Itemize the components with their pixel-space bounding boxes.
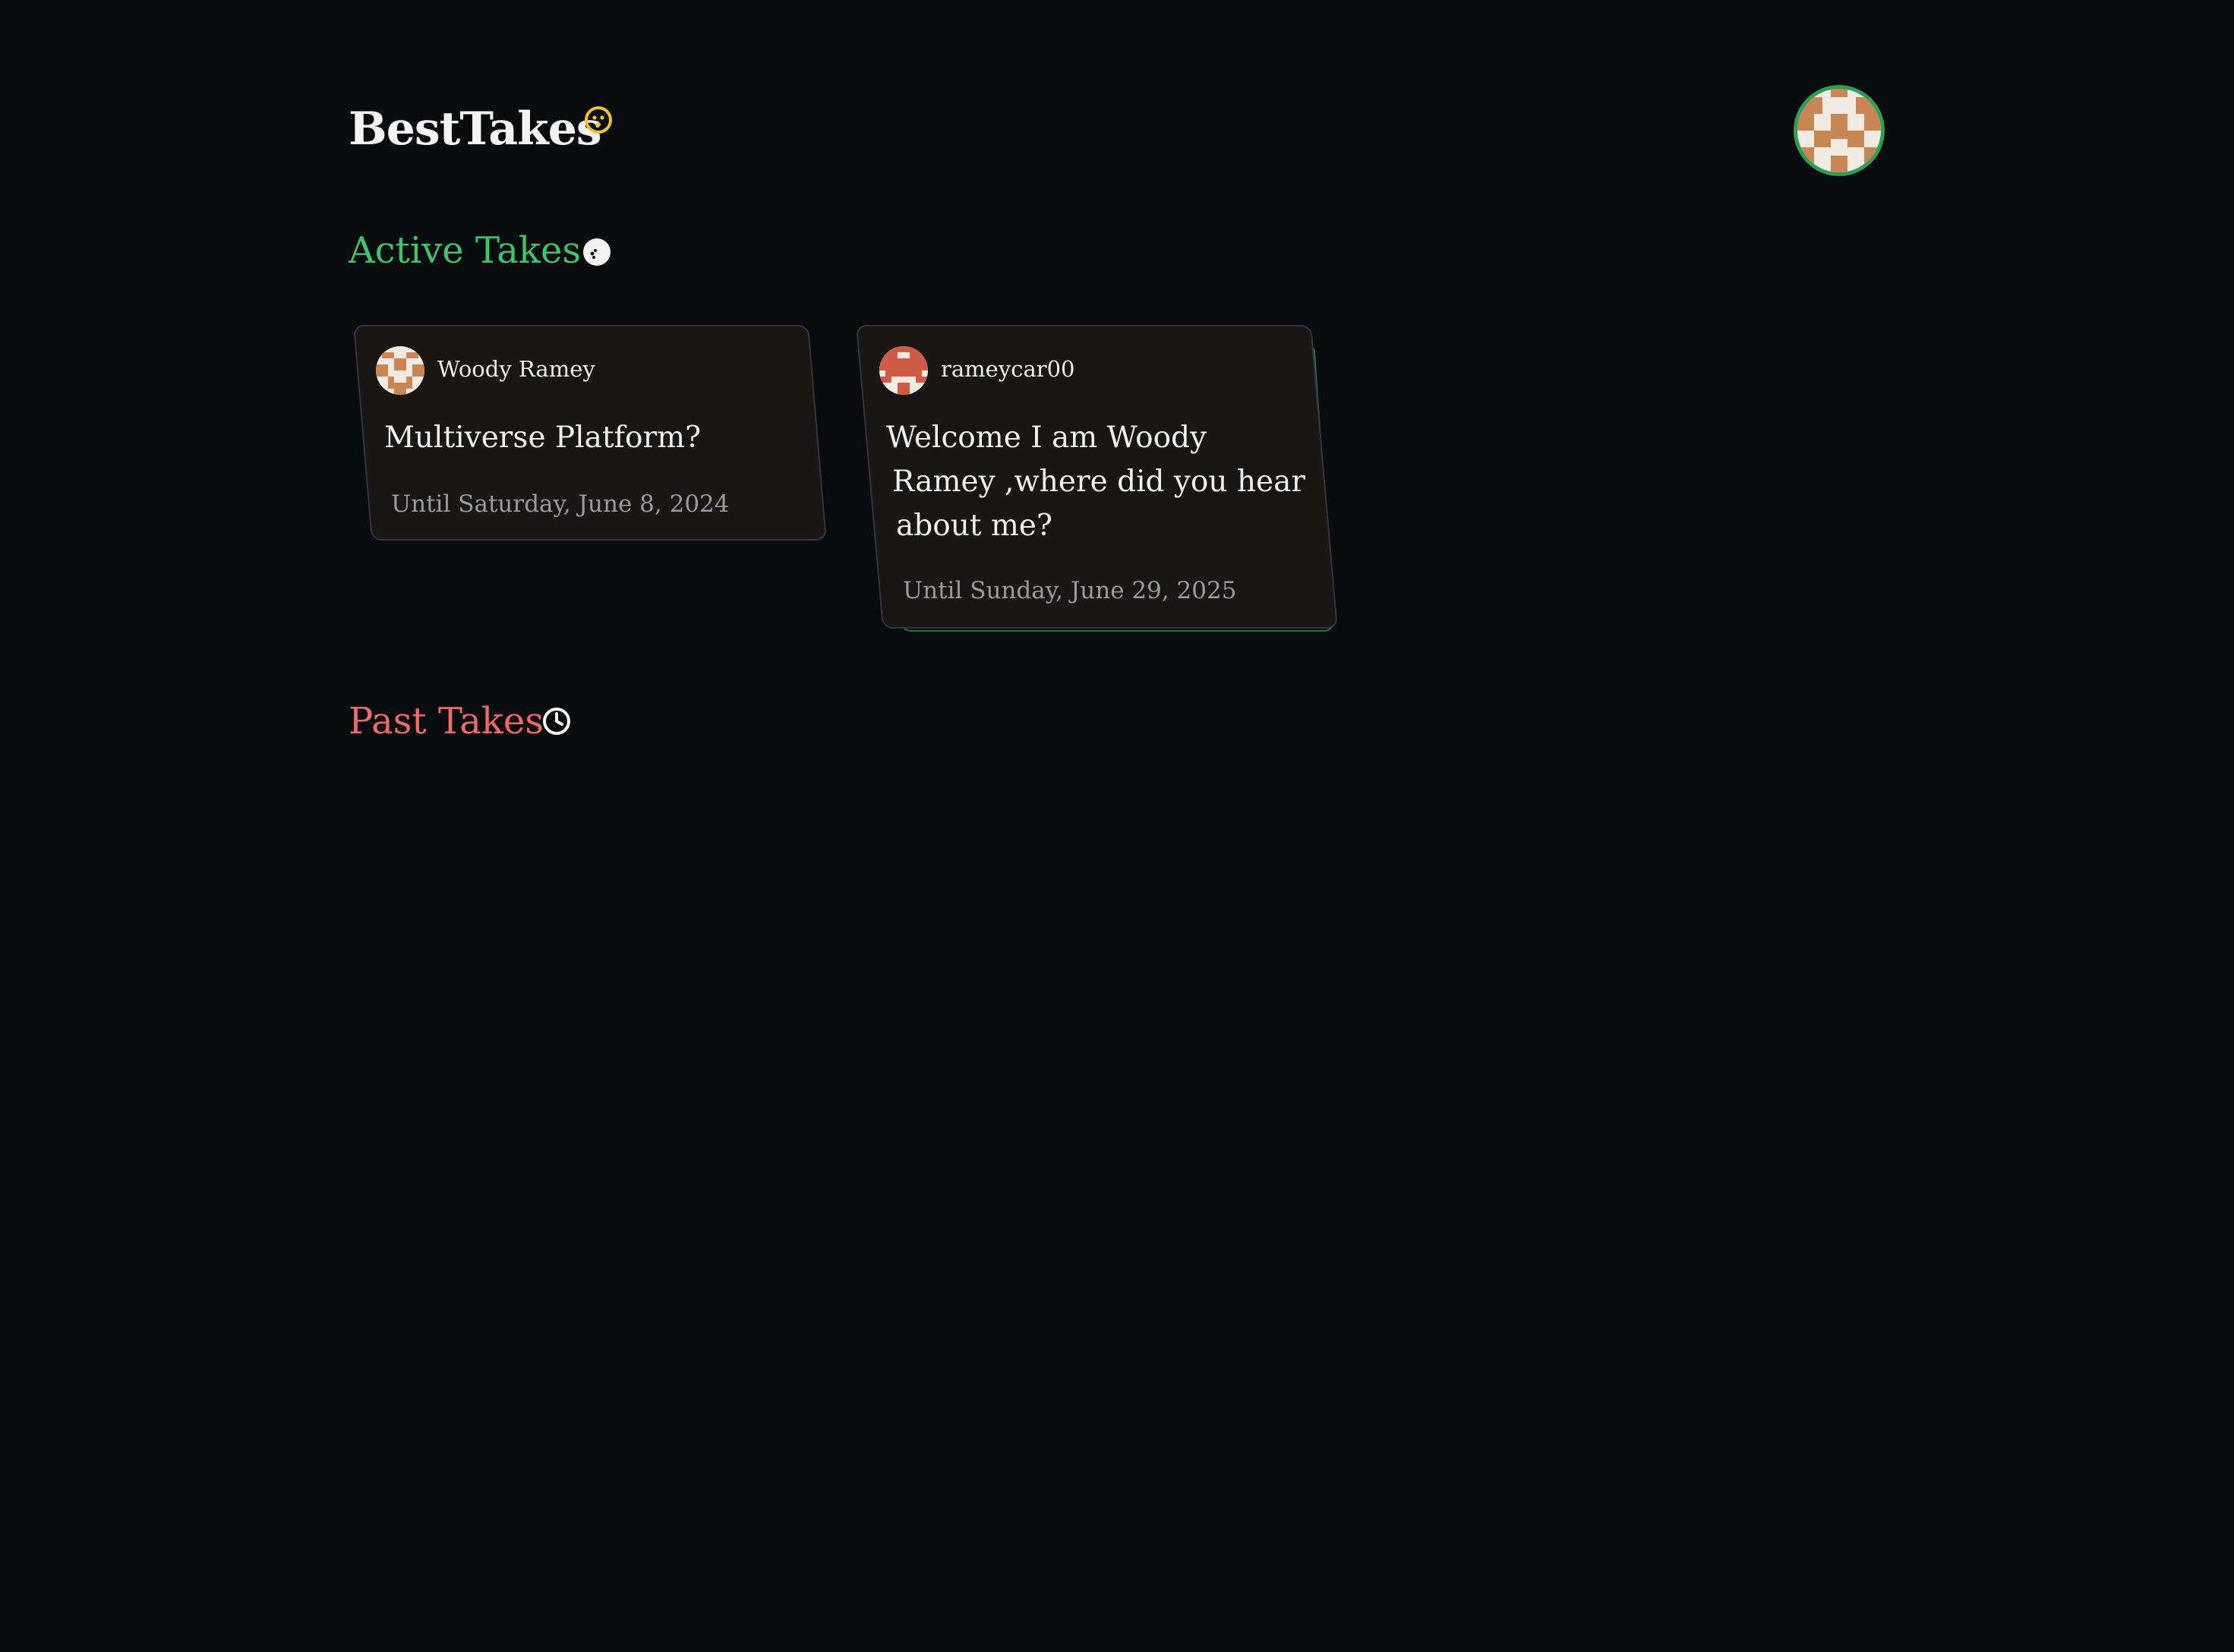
author-avatar (879, 346, 928, 395)
dots-circle-icon (583, 238, 611, 266)
take-card[interactable]: Woody Ramey Multiverse Platform? Until S… (353, 325, 854, 560)
take-title-line: about me? (896, 509, 1052, 543)
author-name: rameycar00 (941, 356, 1075, 382)
take-end-date: Until Saturday, June 8, 2024 (391, 490, 730, 518)
past-takes-heading: Past Takes (349, 700, 544, 742)
take-title: Welcome I am Woody Ramey ,where did you … (886, 416, 1342, 548)
author-name: Woody Ramey (437, 356, 595, 382)
smiley-face-icon (585, 106, 612, 134)
active-takes-heading: Active Takes (349, 229, 581, 272)
take-end-date: Until Sunday, June 29, 2025 (903, 577, 1237, 604)
take-title-line: Welcome I am Woody (886, 421, 1207, 455)
profile-avatar-image (1797, 89, 1881, 172)
profile-avatar[interactable] (1794, 85, 1885, 176)
clock-icon (543, 708, 570, 735)
author-avatar (376, 346, 424, 395)
take-title: Multiverse Platform? (384, 421, 702, 455)
take-card[interactable]: rameycar00 Welcome I am Woody Ramey ,whe… (856, 325, 1372, 651)
take-title-line: Ramey ,where did you hear (892, 465, 1306, 499)
app-title: BestTakes (349, 102, 602, 156)
